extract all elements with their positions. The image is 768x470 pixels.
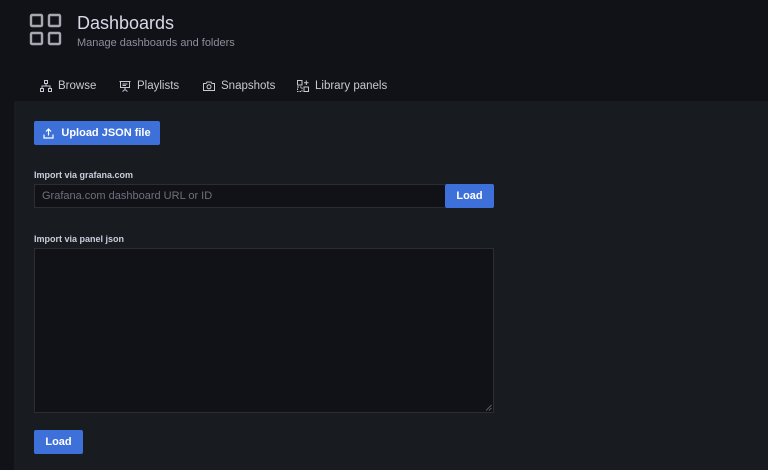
panel-json-textarea[interactable] xyxy=(34,248,494,413)
tab-browse-label: Browse xyxy=(58,80,97,92)
tab-library-panels-label: Library panels xyxy=(315,80,388,92)
sitemap-icon xyxy=(40,80,52,92)
tab-playlists-label: Playlists xyxy=(137,80,180,92)
upload-icon xyxy=(43,127,54,139)
tab-playlists[interactable]: Playlists xyxy=(119,80,179,92)
load-json-button[interactable]: Load xyxy=(34,430,83,454)
tab-library-panels[interactable]: Library panels xyxy=(297,80,387,92)
import-panel: Upload JSON file Import via grafana.com … xyxy=(14,101,768,470)
upload-json-label: Upload JSON file xyxy=(61,127,151,139)
page-header: Dashboards Manage dashboards and folders… xyxy=(0,0,768,101)
page-subtitle: Manage dashboards and folders xyxy=(77,37,235,49)
page-title: Dashboards xyxy=(77,13,175,33)
tab-snapshots[interactable]: Snapshots xyxy=(203,80,275,92)
upload-json-button[interactable]: Upload JSON file xyxy=(34,121,160,145)
grafana-url-input[interactable]: Grafana.com dashboard URL or ID xyxy=(34,184,445,208)
grafana-url-placeholder: Grafana.com dashboard URL or ID xyxy=(42,190,213,202)
camera-icon xyxy=(203,81,215,91)
dashboard-grid-icon xyxy=(29,13,62,46)
resize-handle-icon[interactable] xyxy=(485,404,492,411)
grafana-import-label: Import via grafana.com xyxy=(34,170,134,180)
tab-browse[interactable]: Browse xyxy=(40,80,96,92)
tab-snapshots-label: Snapshots xyxy=(221,80,276,92)
load-grafana-button[interactable]: Load xyxy=(445,184,494,208)
library-panel-icon xyxy=(297,80,309,92)
presentation-icon xyxy=(119,81,131,92)
panel-json-label: Import via panel json xyxy=(34,234,125,244)
